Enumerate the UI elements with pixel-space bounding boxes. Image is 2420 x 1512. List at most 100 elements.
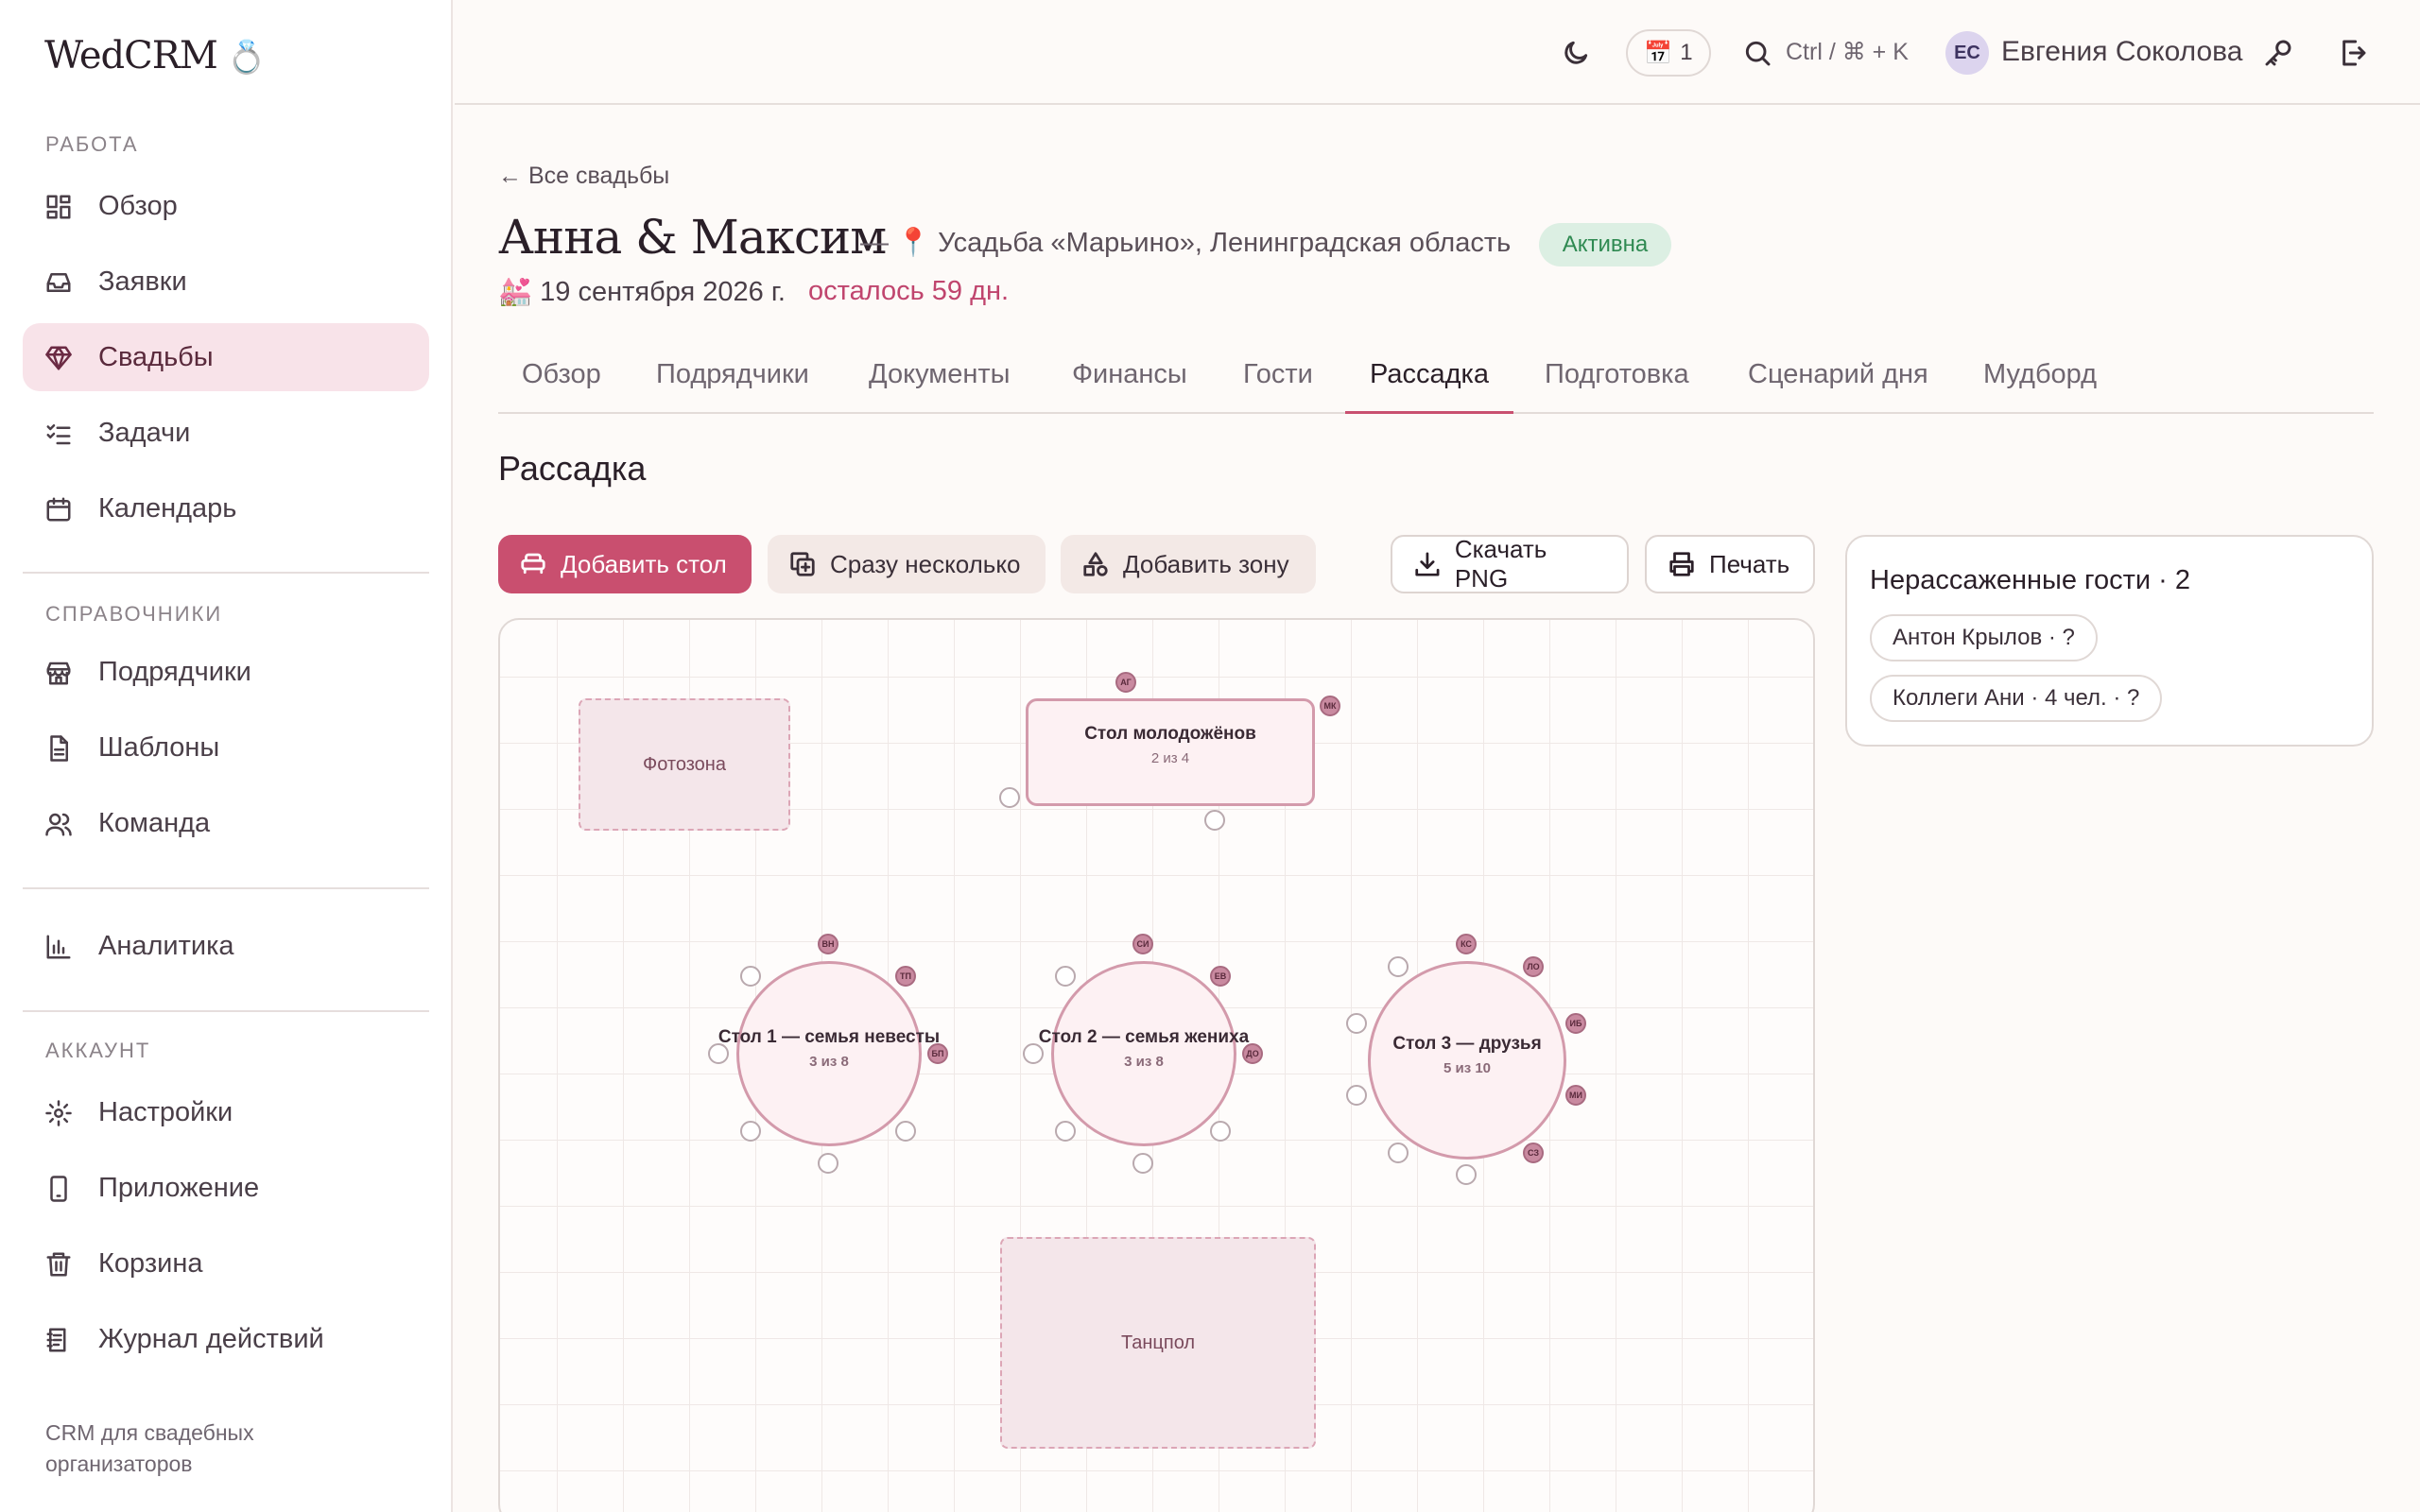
seat[interactable]: [1346, 1013, 1367, 1034]
sidebar-item-team[interactable]: Команда: [23, 789, 429, 857]
seat[interactable]: ВН: [818, 934, 838, 954]
checklist-icon: [46, 424, 71, 445]
print-button[interactable]: Печать: [1645, 535, 1815, 593]
add-zone-label: Добавить зону: [1123, 549, 1289, 578]
sidebar-item-label: Аналитика: [98, 930, 234, 961]
calendar-icon: [46, 497, 71, 522]
wedding-date: 💒 19 сентября 2026 г.: [498, 277, 786, 307]
sidebar-item-analytics[interactable]: Аналитика: [23, 912, 429, 980]
sidebar-item-label: Приложение: [98, 1172, 260, 1203]
moon-icon[interactable]: [1561, 38, 1591, 68]
ring-icon: 💍: [226, 39, 267, 77]
seating-plan-canvas[interactable]: Фотозона Танцпол Стол молодожёнов 2 из 4…: [498, 618, 1815, 1512]
page-title: Анна & Максим: [498, 210, 887, 265]
seat[interactable]: [708, 1043, 729, 1064]
seat[interactable]: [1388, 956, 1409, 977]
gear-icon: [45, 1100, 72, 1126]
seat[interactable]: СЗ: [1523, 1143, 1544, 1163]
seat[interactable]: [1055, 1121, 1076, 1142]
log-icon: [46, 1328, 66, 1352]
logout-icon[interactable]: [2338, 38, 2368, 68]
table-occupancy: 5 из 10: [1443, 1060, 1492, 1076]
tab-vendors[interactable]: Подрядчики: [656, 350, 809, 414]
tab-preparation[interactable]: Подготовка: [1545, 350, 1689, 414]
key-icon[interactable]: [2263, 38, 2293, 68]
tab-documents[interactable]: Документы: [869, 350, 1011, 414]
seat[interactable]: [1346, 1085, 1367, 1106]
seat[interactable]: [1023, 1043, 1044, 1064]
zone-dance-floor[interactable]: Танцпол: [1000, 1237, 1316, 1449]
sidebar-item-audit-log[interactable]: Журнал действий: [23, 1305, 429, 1373]
sidebar-item-requests[interactable]: Заявки: [23, 248, 429, 316]
seat[interactable]: [740, 1121, 761, 1142]
seat[interactable]: [1456, 1164, 1477, 1185]
store-icon: [46, 662, 71, 685]
seat[interactable]: ЛО: [1523, 956, 1544, 977]
chair-icon: [521, 553, 545, 575]
users-icon: [45, 813, 72, 836]
section-label-work: РАБОТА: [45, 132, 139, 156]
zone-photo[interactable]: Фотозона: [579, 698, 790, 831]
title-separator: —: [860, 227, 889, 258]
guest-chip[interactable]: Антон Крылов · ?: [1870, 614, 2098, 662]
table-newlyweds[interactable]: Стол молодожёнов 2 из 4: [1026, 698, 1315, 806]
seat[interactable]: КС: [1456, 934, 1477, 954]
back-link[interactable]: ← Все свадьбы: [498, 163, 669, 190]
sidebar-item-overview[interactable]: Обзор: [23, 172, 429, 240]
seat[interactable]: [1055, 966, 1076, 987]
seat[interactable]: [1204, 810, 1225, 831]
seat[interactable]: [895, 1121, 916, 1142]
sidebar-item-calendar[interactable]: Календарь: [23, 474, 429, 542]
seat[interactable]: [1132, 1153, 1153, 1174]
sidebar-item-label: Подрядчики: [98, 656, 251, 687]
sidebar-item-label: Журнал действий: [98, 1323, 324, 1354]
seat[interactable]: СИ: [1132, 934, 1153, 954]
table-occupancy: 2 из 4: [1150, 750, 1190, 766]
seat[interactable]: АГ: [1115, 672, 1136, 693]
add-table-button[interactable]: Добавить стол: [498, 535, 752, 593]
tab-overview[interactable]: Обзор: [522, 350, 601, 414]
seat[interactable]: [999, 787, 1020, 808]
download-png-button[interactable]: Скачать PNG: [1391, 535, 1629, 593]
sidebar-item-weddings[interactable]: Свадьбы: [23, 323, 429, 391]
sidebar-item-trash[interactable]: Корзина: [23, 1229, 429, 1297]
tab-guests[interactable]: Гости: [1243, 350, 1313, 414]
search-icon[interactable]: [1742, 38, 1772, 68]
sidebar-item-templates[interactable]: Шаблоны: [23, 713, 429, 782]
tab-moodboard[interactable]: Мудборд: [1983, 350, 2097, 414]
seat[interactable]: ТП: [895, 966, 916, 987]
seat[interactable]: БП: [927, 1043, 948, 1064]
topbar: 📅 1 Ctrl / ⌘ + K ЕС Евгения Соколова: [455, 0, 2420, 105]
user-name[interactable]: Евгения Соколова: [2001, 36, 2242, 68]
seat[interactable]: МК: [1320, 696, 1340, 716]
sidebar-item-label: Настройки: [98, 1096, 233, 1127]
sidebar-item-label: Команда: [98, 807, 211, 838]
sidebar-item-label: Задачи: [98, 417, 191, 448]
search-shortcut[interactable]: Ctrl / ⌘ + K: [1786, 38, 1909, 66]
seat[interactable]: [818, 1153, 838, 1174]
avatar[interactable]: ЕС: [1945, 31, 1989, 75]
sidebar-item-label: Календарь: [98, 492, 237, 524]
seat[interactable]: ЕВ: [1210, 966, 1231, 987]
seat[interactable]: МИ: [1565, 1085, 1586, 1106]
tab-seating[interactable]: Рассадка: [1345, 350, 1513, 414]
diamond-icon: [45, 346, 72, 370]
tab-finance[interactable]: Финансы: [1072, 350, 1187, 414]
sidebar-item-tasks[interactable]: Задачи: [23, 399, 429, 467]
tab-day-scenario[interactable]: Сценарий дня: [1748, 350, 1928, 414]
calendar-notifications-button[interactable]: 📅 1: [1626, 29, 1711, 77]
download-icon: [1415, 552, 1440, 576]
dashboard-icon: [46, 195, 71, 219]
seat[interactable]: ДО: [1242, 1043, 1263, 1064]
sidebar-item-app[interactable]: Приложение: [23, 1154, 429, 1222]
seat[interactable]: [1210, 1121, 1231, 1142]
guest-chip[interactable]: Коллеги Ани · 4 чел. · ?: [1870, 675, 2163, 722]
app-logo[interactable]: WedCRM 💍: [44, 34, 267, 77]
seat[interactable]: [1388, 1143, 1409, 1163]
seat[interactable]: ИБ: [1565, 1013, 1586, 1034]
add-zone-button[interactable]: Добавить зону: [1061, 535, 1316, 593]
add-multiple-button[interactable]: Сразу несколько: [768, 535, 1046, 593]
sidebar-item-vendors[interactable]: Подрядчики: [23, 638, 429, 706]
sidebar-item-settings[interactable]: Настройки: [23, 1078, 429, 1146]
seat[interactable]: [740, 966, 761, 987]
